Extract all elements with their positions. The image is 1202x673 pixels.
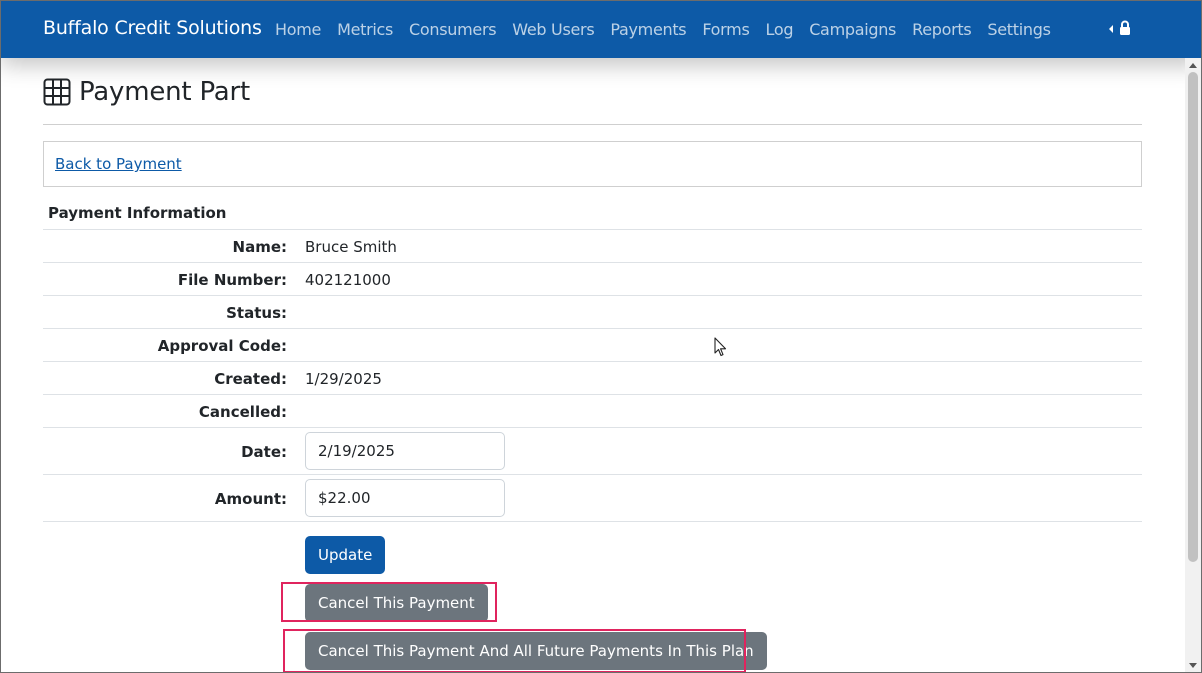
row-file-number: File Number: 402121000 bbox=[43, 262, 1142, 295]
name-value: Bruce Smith bbox=[305, 238, 397, 256]
browser-viewport: Buffalo Credit Solutions Home Metrics Co… bbox=[0, 0, 1202, 673]
nav-link-forms[interactable]: Forms bbox=[702, 20, 749, 39]
status-label: Status: bbox=[226, 304, 287, 322]
row-amount: Amount: bbox=[43, 474, 1142, 521]
update-button[interactable]: Update bbox=[305, 536, 386, 574]
row-name: Name: Bruce Smith bbox=[43, 229, 1142, 262]
cancel-payment-button[interactable]: Cancel This Payment bbox=[305, 584, 488, 622]
row-date: Date: bbox=[43, 427, 1142, 474]
amount-label: Amount: bbox=[214, 490, 287, 508]
nav-link-reports[interactable]: Reports bbox=[912, 20, 972, 39]
name-label: Name: bbox=[232, 238, 287, 256]
amount-input[interactable] bbox=[305, 479, 505, 517]
heading-divider bbox=[43, 124, 1142, 125]
mouse-pointer-icon bbox=[714, 337, 727, 357]
back-to-payment-link[interactable]: Back to Payment bbox=[55, 155, 182, 173]
page-title: Payment Part bbox=[79, 77, 251, 107]
row-cancelled: Cancelled: bbox=[43, 394, 1142, 427]
approval-code-label: Approval Code: bbox=[157, 337, 287, 355]
caret-left-icon bbox=[1109, 24, 1113, 33]
lock-icon[interactable] bbox=[1119, 20, 1131, 36]
created-value: 1/29/2025 bbox=[305, 370, 382, 388]
cancelled-label: Cancelled: bbox=[198, 403, 287, 421]
nav-link-web-users[interactable]: Web Users bbox=[512, 20, 594, 39]
nav-link-metrics[interactable]: Metrics bbox=[337, 20, 393, 39]
nav-links: Home Metrics Consumers Web Users Payment… bbox=[275, 20, 1067, 39]
scroll-down-icon[interactable] bbox=[1189, 663, 1197, 668]
top-navbar: Buffalo Credit Solutions Home Metrics Co… bbox=[1, 1, 1201, 58]
nav-tools[interactable] bbox=[1109, 20, 1131, 36]
row-status: Status: bbox=[43, 295, 1142, 328]
table-grid-icon bbox=[43, 78, 71, 106]
row-created: Created: 1/29/2025 bbox=[43, 361, 1142, 394]
date-input[interactable] bbox=[305, 432, 505, 470]
cancel-all-payments-button[interactable]: Cancel This Payment And All Future Payme… bbox=[305, 632, 767, 670]
section-title: Payment Information bbox=[48, 204, 227, 222]
brand-name[interactable]: Buffalo Credit Solutions bbox=[43, 17, 262, 39]
back-link-panel: Back to Payment bbox=[43, 141, 1142, 187]
row-approval-code: Approval Code: bbox=[43, 328, 1142, 361]
table-bottom-border bbox=[43, 521, 1142, 522]
page-heading: Payment Part bbox=[43, 77, 250, 107]
scroll-up-icon[interactable] bbox=[1189, 63, 1197, 68]
nav-link-log[interactable]: Log bbox=[766, 20, 794, 39]
nav-link-home[interactable]: Home bbox=[275, 20, 321, 39]
nav-link-settings[interactable]: Settings bbox=[987, 20, 1051, 39]
vertical-scrollbar[interactable] bbox=[1185, 58, 1201, 672]
file-number-label: File Number: bbox=[177, 271, 287, 289]
date-label: Date: bbox=[241, 443, 287, 461]
scrollbar-thumb[interactable] bbox=[1188, 72, 1198, 562]
nav-link-consumers[interactable]: Consumers bbox=[409, 20, 497, 39]
file-number-value: 402121000 bbox=[305, 271, 391, 289]
nav-link-payments[interactable]: Payments bbox=[610, 20, 686, 39]
created-label: Created: bbox=[214, 370, 287, 388]
nav-link-campaigns[interactable]: Campaigns bbox=[809, 20, 896, 39]
